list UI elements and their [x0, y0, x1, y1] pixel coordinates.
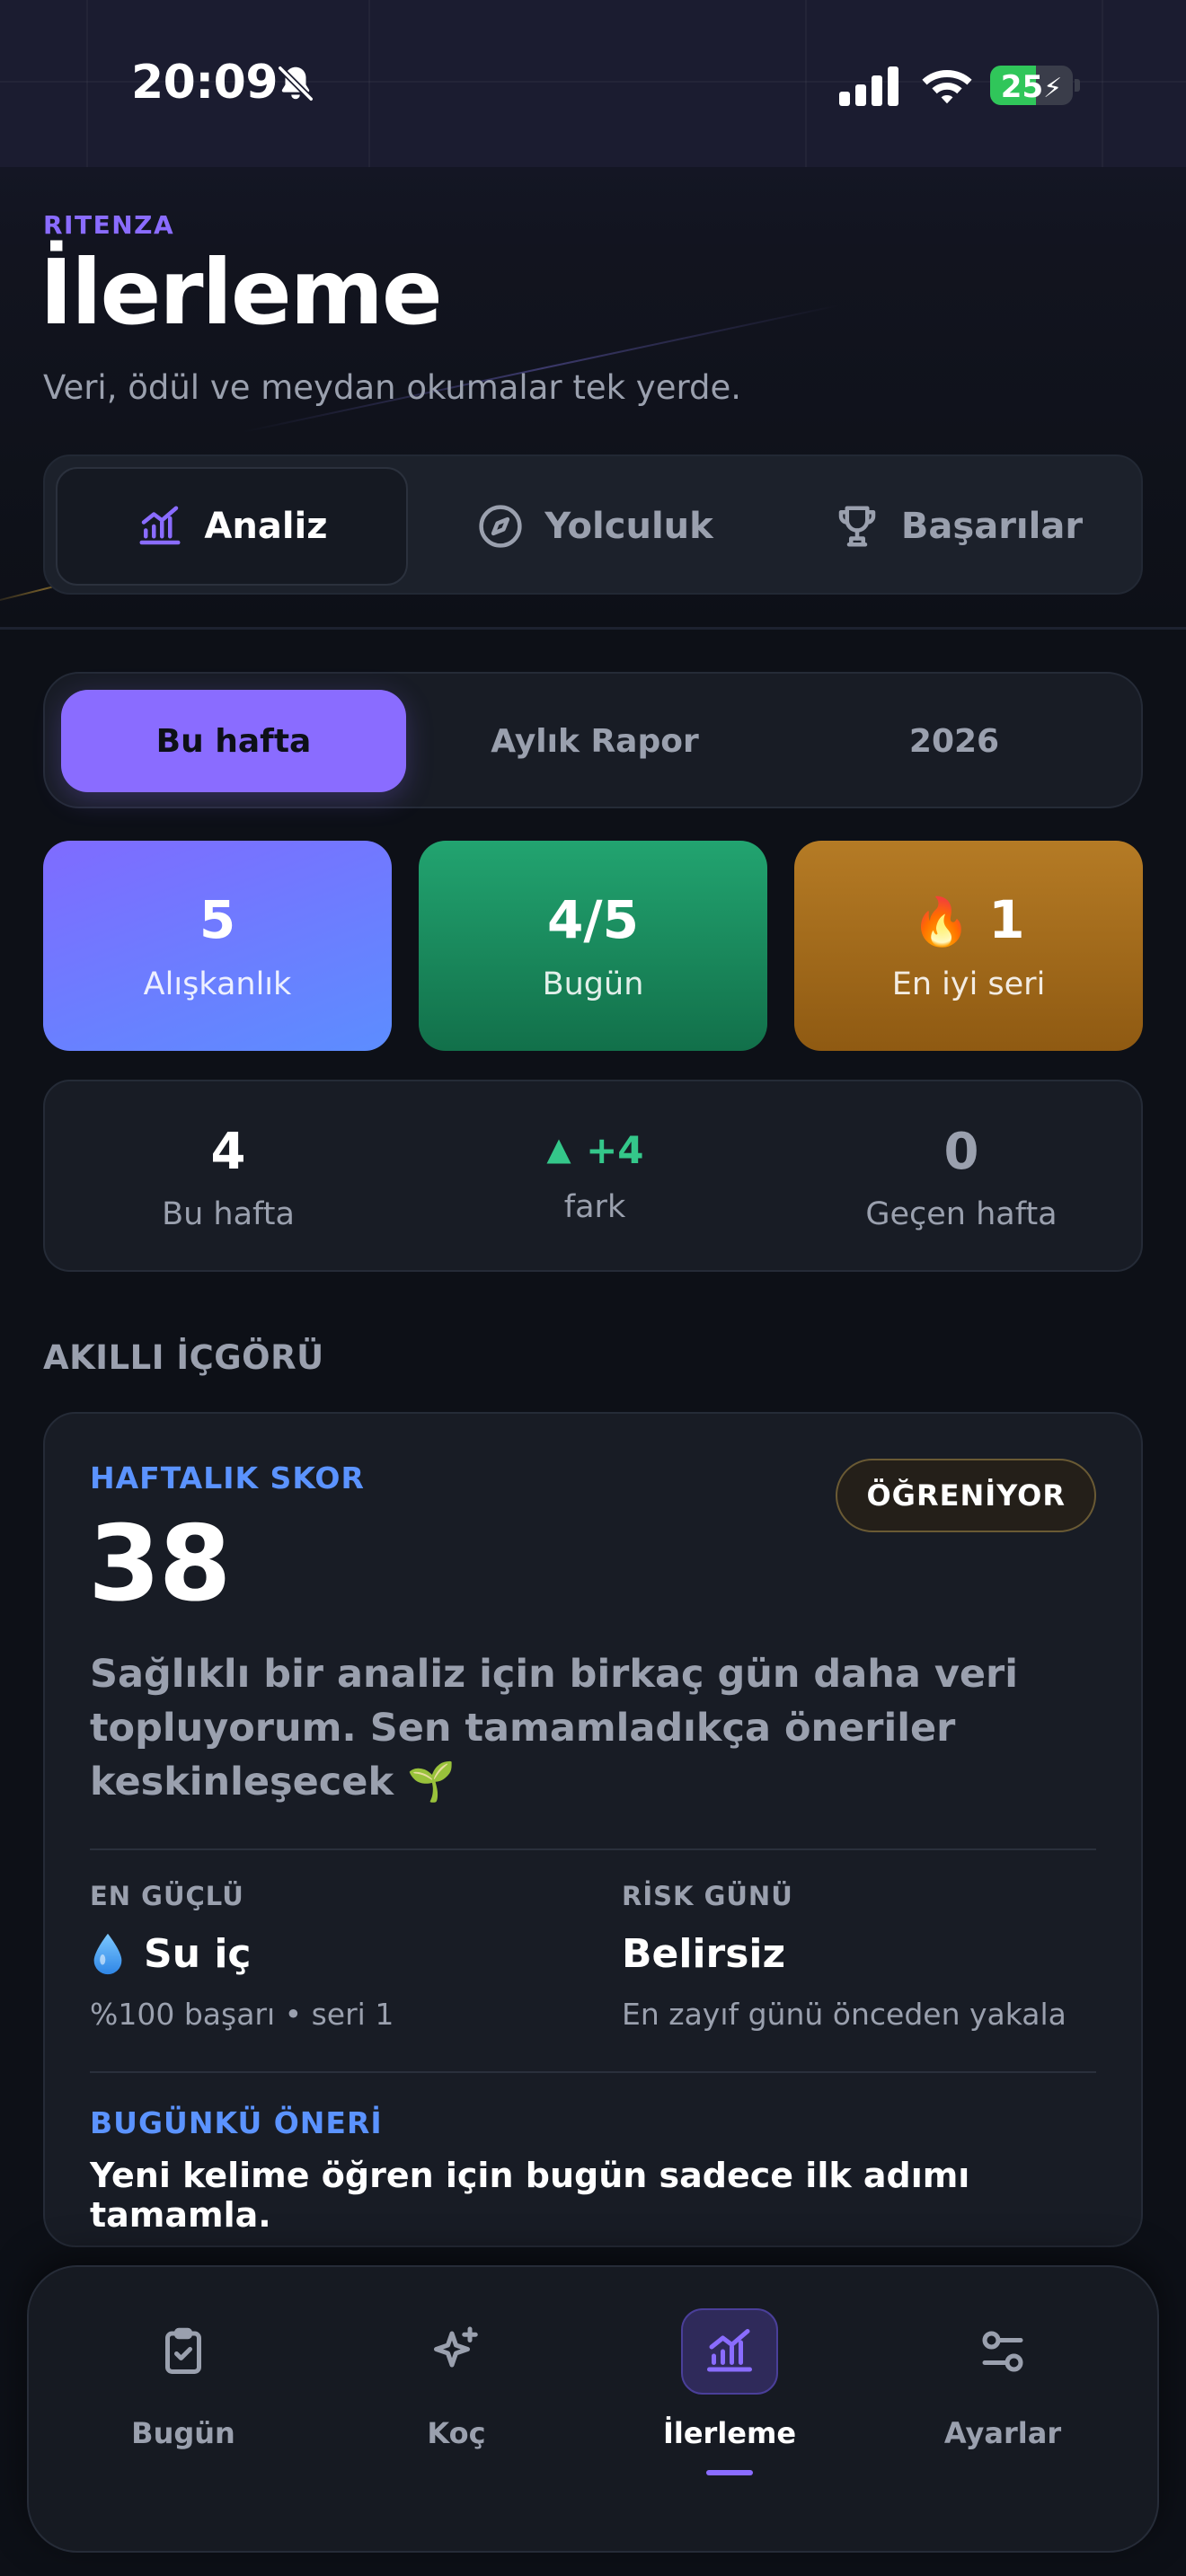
strongest-habit: EN GÜÇLÜ Su iç %100 başarı • seri 1 — [90, 1881, 394, 2032]
this-week-stat: 4 Bu hafta — [45, 1081, 412, 1274]
strongest-title: Su iç — [90, 1931, 394, 1977]
nav-item-ilerleme[interactable]: İlerleme — [649, 2308, 810, 2488]
stat-label: Bu hafta — [162, 1196, 295, 1232]
stat-card-today: 4/5 Bugün — [419, 841, 767, 1051]
status-time: 20:09 — [131, 56, 279, 110]
risk-title: Belirsiz — [622, 1931, 786, 1977]
tab-label: Yolculuk — [544, 506, 713, 547]
stat-card-streak: 🔥 1 En iyi seri — [794, 841, 1143, 1051]
stat-label: fark — [563, 1189, 626, 1225]
tab-yolculuk[interactable]: Yolculuk — [419, 467, 771, 586]
insight-message: Sağlıklı bir analiz için birkaç gün daha… — [90, 1652, 1018, 1804]
water-drop-icon — [93, 1933, 122, 1974]
weekly-score: 38 — [88, 1504, 231, 1625]
stat-label: En iyi seri — [891, 966, 1046, 1002]
suggestion-text: Yeni kelime öğren için bugün sadece ilk … — [90, 2156, 970, 2235]
stat-value: 0 — [943, 1123, 979, 1181]
chart-bars-trend-icon — [707, 2329, 752, 2372]
stat-value: 5 — [199, 889, 236, 950]
tab-analiz[interactable]: Analiz — [56, 467, 408, 586]
triangle-up-icon — [546, 1139, 571, 1164]
risk-sub: En zayıf günü önceden yakala — [622, 1997, 1067, 2032]
risk-kicker: RİSK GÜNÜ — [622, 1881, 793, 1911]
status-badge: ÖĞRENİYOR — [836, 1459, 1096, 1532]
fire-icon: 🔥 — [912, 895, 971, 949]
divider — [90, 1848, 1096, 1850]
diff-value: +4 — [412, 1128, 778, 1172]
nav-item-koc[interactable]: Koç — [376, 2308, 537, 2488]
sliders-icon — [982, 2331, 1023, 2372]
period-selector: Bu hafta Aylık Rapor 2026 — [43, 672, 1143, 808]
page-title: İlerleme — [40, 240, 443, 345]
battery-nub — [1075, 79, 1080, 92]
stat-label: Alışkanlık — [143, 966, 292, 1002]
section-label: AKILLI İÇGÖRÜ — [43, 1338, 324, 1377]
tab-basarilar[interactable]: Başarılar — [782, 467, 1134, 586]
stat-value: 🔥 1 — [912, 889, 1025, 950]
brand-label: RITENZA — [43, 210, 175, 240]
stat-value: 4/5 — [547, 889, 639, 950]
stat-value: 4 — [210, 1123, 246, 1181]
header-divider — [0, 627, 1186, 630]
last-week-stat: 0 Geçen hafta — [778, 1081, 1145, 1274]
cellular-signal-icon — [839, 66, 898, 106]
strongest-sub: %100 başarı • seri 1 — [90, 1997, 394, 2032]
nav-label: İlerleme — [662, 2416, 797, 2450]
suggestion-kicker: BUGÜNKÜ ÖNERİ — [90, 2105, 383, 2140]
stat-card-habits: 5 Alışkanlık — [43, 841, 392, 1051]
battery-level: 25⚡ — [1000, 69, 1063, 105]
period-year[interactable]: 2026 — [782, 690, 1127, 792]
nav-label: Bugün — [131, 2416, 235, 2450]
page-subtitle: Veri, ödül ve meydan okumalar tek yerde. — [43, 368, 742, 407]
risk-day: RİSK GÜNÜ Belirsiz En zayıf günü önceden… — [622, 1881, 1067, 2032]
insight-card: HAFTALIK SKOR 38 ÖĞRENİYOR Sağlıklı bir … — [43, 1412, 1143, 2247]
chart-bars-trend-icon — [139, 506, 181, 545]
nav-item-ayarlar[interactable]: Ayarlar — [922, 2308, 1084, 2488]
main-tab-bar: Analiz Yolculuk Başarılar — [43, 454, 1143, 595]
bottom-nav: Bugün Koç İlerleme Ayarlar — [27, 2265, 1159, 2553]
divider — [90, 2071, 1096, 2073]
status-bar: 20:09 25⚡ — [0, 0, 1186, 167]
sparkles-icon — [434, 2326, 478, 2368]
wifi-icon — [922, 70, 972, 104]
period-this-week[interactable]: Bu hafta — [61, 690, 406, 792]
period-monthly-report[interactable]: Aylık Rapor — [422, 690, 767, 792]
tab-label: Başarılar — [900, 506, 1084, 547]
week-compare-card: 4 Bu hafta +4 fark 0 Geçen hafta — [43, 1080, 1143, 1272]
clipboard-check-icon — [165, 2327, 201, 2374]
diff-stat: +4 fark — [412, 1081, 778, 1274]
stat-label: Geçen hafta — [865, 1196, 1058, 1232]
bell-slash-icon — [278, 66, 314, 101]
strongest-kicker: EN GÜÇLÜ — [90, 1881, 244, 1911]
nav-label: Ayarlar — [943, 2416, 1062, 2450]
trophy-icon — [838, 506, 876, 547]
nav-item-bugun[interactable]: Bugün — [102, 2308, 264, 2488]
active-indicator — [706, 2470, 753, 2475]
tab-label: Analiz — [204, 506, 328, 547]
stat-label: Bugün — [542, 966, 644, 1002]
battery-charging-icon: 25⚡ — [990, 66, 1073, 105]
compass-icon — [479, 505, 522, 548]
nav-label: Koç — [427, 2416, 486, 2450]
score-kicker: HAFTALIK SKOR — [90, 1460, 365, 1495]
